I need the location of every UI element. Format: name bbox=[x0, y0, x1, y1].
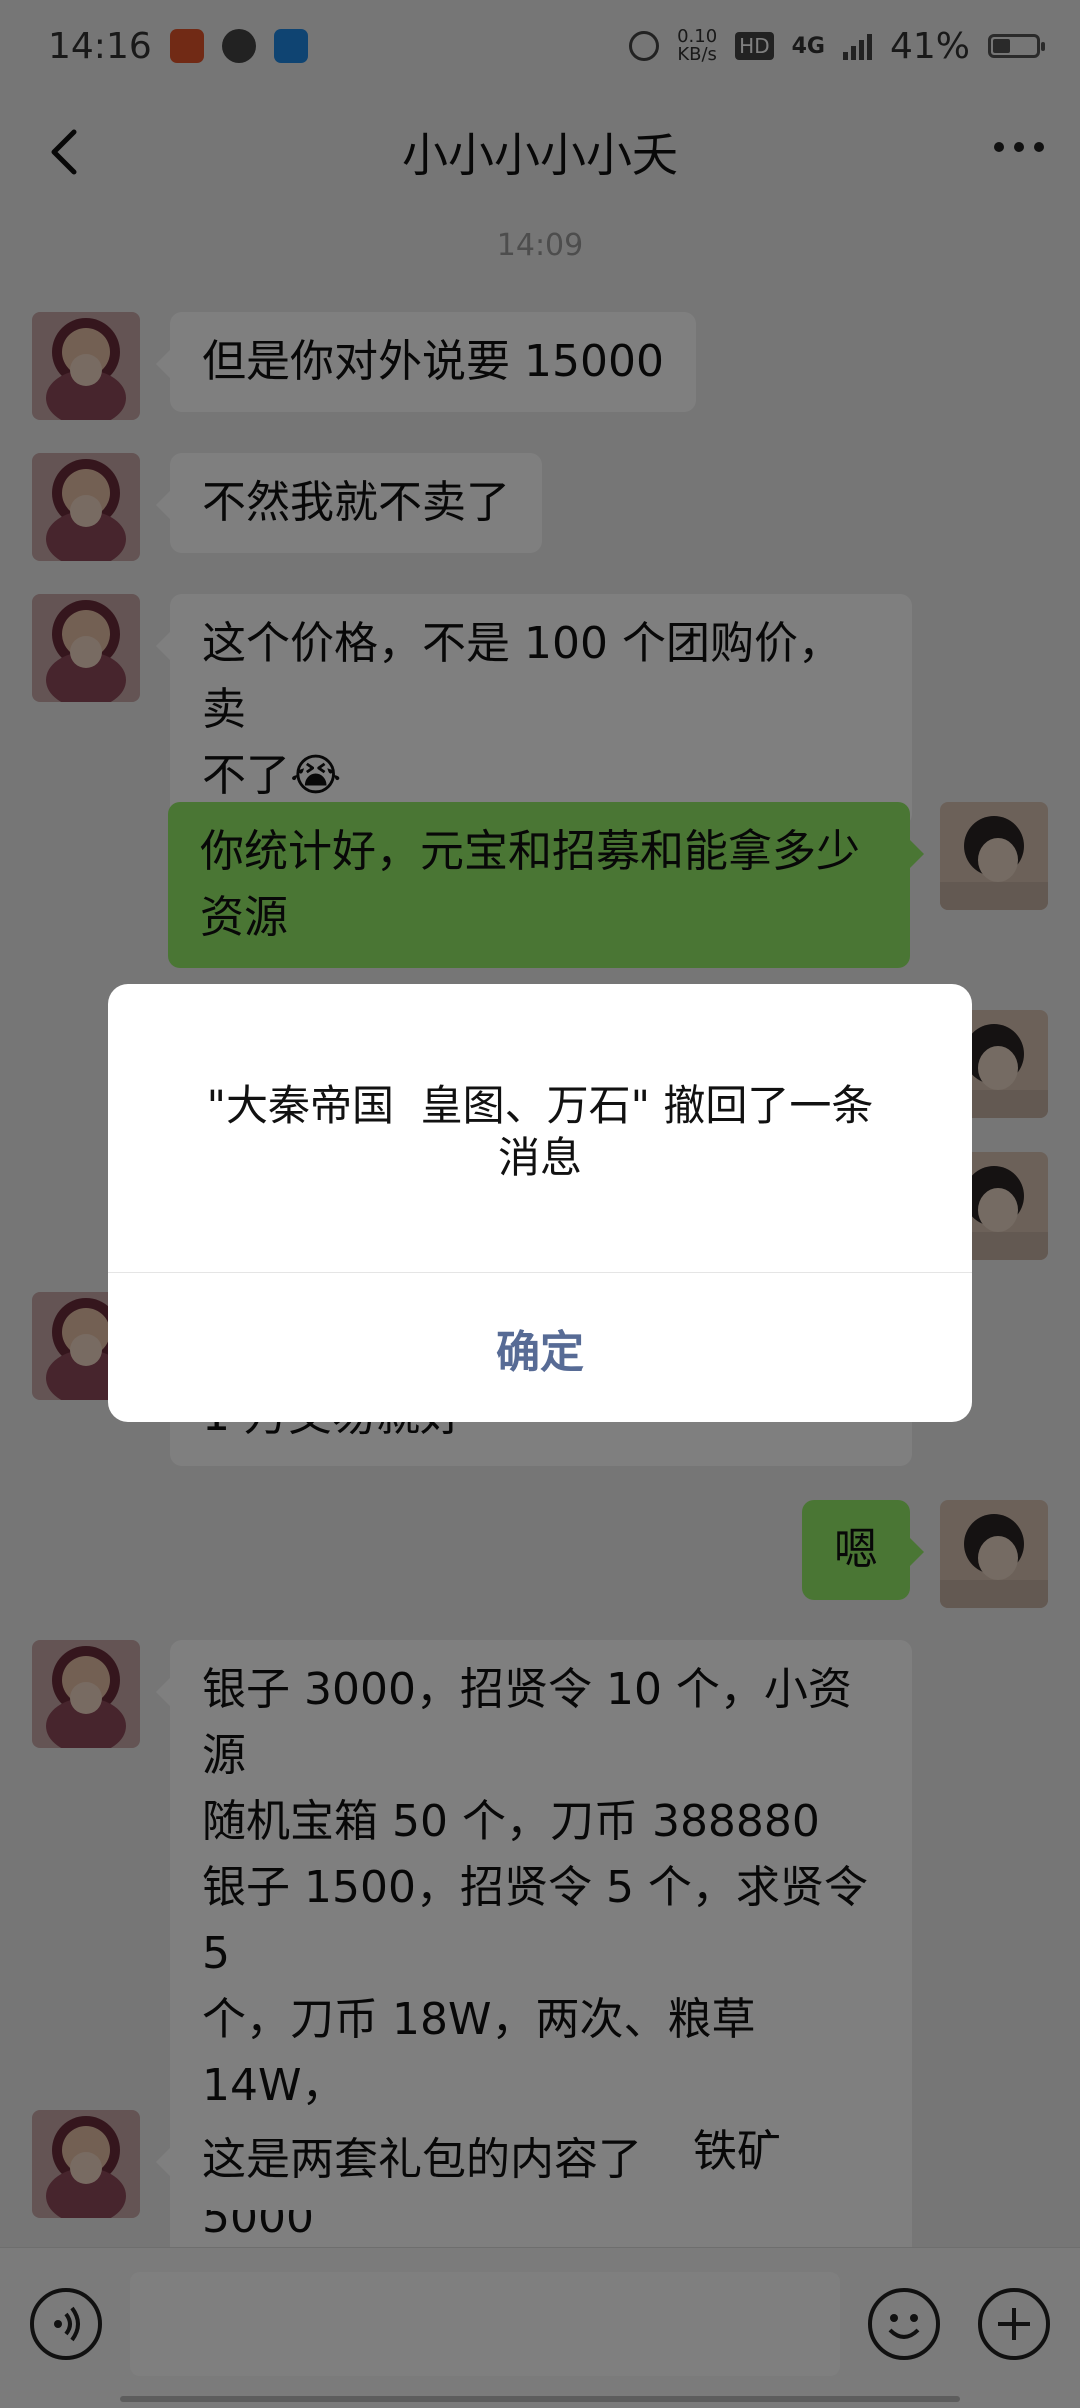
dialog-message: "大秦帝国 皇图、万石" 撤回了一条 消息 bbox=[206, 1081, 874, 1182]
recall-notice-dialog: "大秦帝国 皇图、万石" 撤回了一条 消息 确定 bbox=[108, 984, 972, 1422]
confirm-button[interactable]: 确定 bbox=[108, 1273, 972, 1422]
